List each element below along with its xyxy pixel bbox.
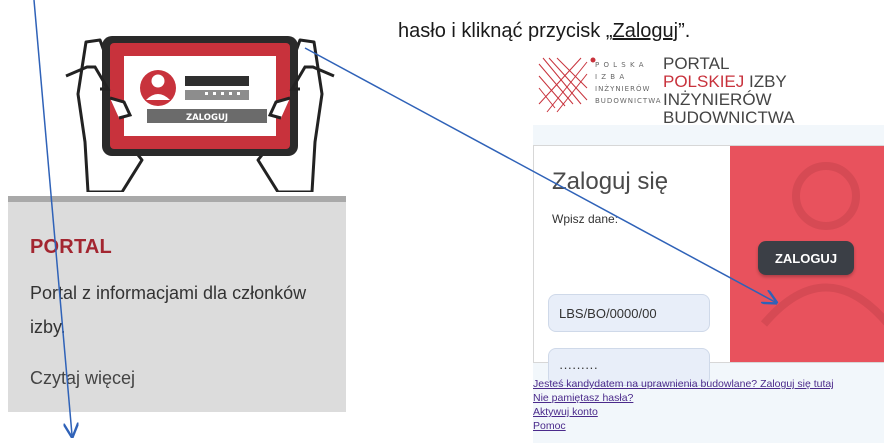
login-input[interactable] (548, 294, 710, 332)
login-instruction: Wpisz dane: (552, 212, 619, 226)
portal-header: P O L S K A I Z B A INŻYNIERÓW BUDOWNICT… (533, 50, 884, 127)
portal-title: PORTAL POLSKIEJ IZBY INŻYNIERÓW BUDOWNIC… (663, 55, 884, 127)
tablet-hands-icon: ZALOGUJ (65, 36, 335, 192)
instruction-prefix: hasło i kliknąć przycisk „ (398, 20, 613, 42)
illustration-button-label: ZALOGUJ (186, 113, 228, 123)
login-button[interactable]: ZALOGUJ (758, 241, 854, 275)
instruction-button-word: Zaloguj (612, 20, 679, 42)
logo-line-1: P O L S K A (595, 61, 645, 69)
helper-links: Jesteś kandydatem na uprawnienia budowla… (533, 377, 834, 433)
portal-title-line2: POLSKIEJ IZBY INŻYNIERÓW (663, 73, 884, 109)
login-side-panel: ZALOGUJ (730, 146, 884, 362)
candidate-login-link[interactable]: Jesteś kandydatem na uprawnienia budowla… (533, 377, 834, 391)
help-link[interactable]: Pomoc (533, 419, 834, 433)
portal-title-line3: BUDOWNICTWA (663, 108, 795, 127)
logo-text: P O L S K A I Z B A INŻYNIERÓW BUDOWNICT… (595, 59, 662, 107)
forgot-password-link[interactable]: Nie pamiętasz hasła? (533, 391, 834, 405)
activate-account-link[interactable]: Aktywuj konto (533, 405, 834, 419)
logo-line-2: I Z B A (595, 73, 626, 81)
portal-title-red-word: POLSKIEJ (663, 72, 745, 91)
logo-line-3: INŻYNIERÓW (595, 85, 651, 93)
login-form: Zaloguj się Wpisz dane: ZALOGUJ (533, 145, 884, 386)
read-more-link[interactable]: Czytaj więcej (30, 368, 135, 389)
login-heading: Zaloguj się (552, 168, 669, 195)
card-description: Portal z informacjami dla członków izby. (30, 283, 307, 337)
instruction-text: hasło i kliknąć przycisk „Zaloguj”. (398, 20, 868, 43)
portal-title-line1: PORTAL (663, 54, 730, 73)
instruction-suffix: ”. (678, 20, 691, 42)
card-title: PORTAL (30, 236, 112, 258)
portal-card: PORTAL Portal z informacjami dla członkó… (8, 196, 346, 412)
portal-login-screenshot: P O L S K A I Z B A INŻYNIERÓW BUDOWNICT… (533, 50, 884, 443)
logo-line-4: BUDOWNICTWA (595, 97, 662, 105)
